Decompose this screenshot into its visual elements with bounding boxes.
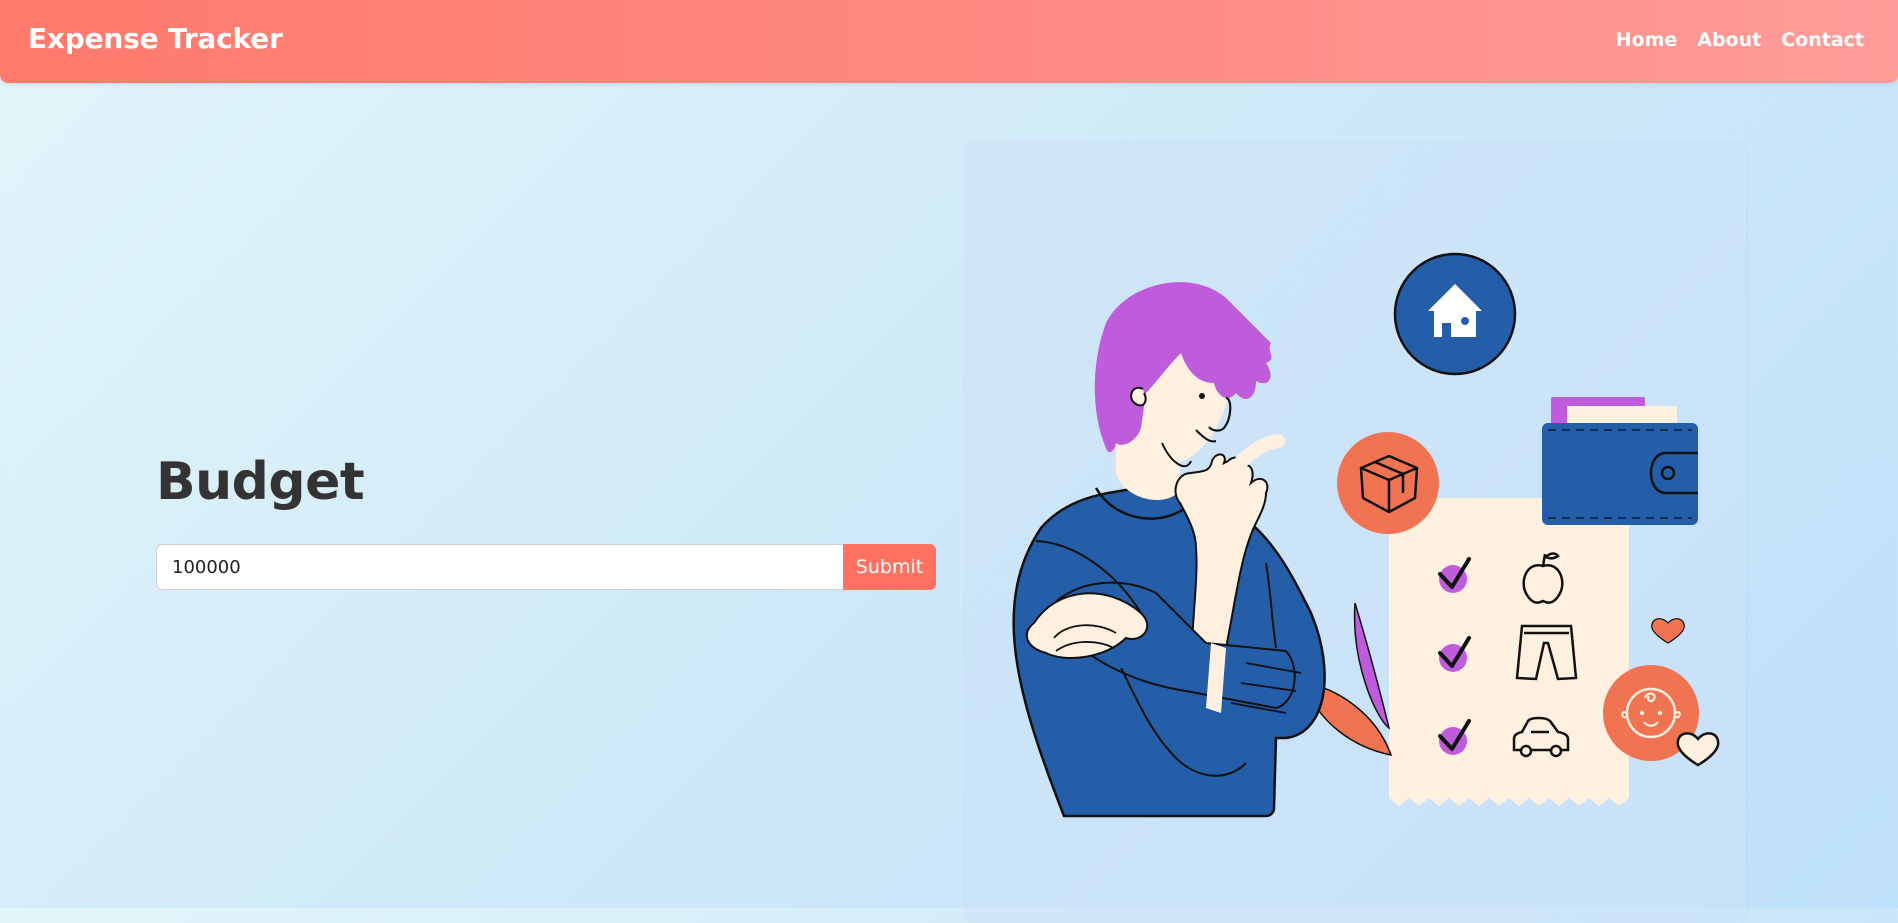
receipt (1389, 498, 1629, 806)
budget-heading: Budget (156, 452, 365, 512)
budget-form: Submit (156, 544, 936, 590)
brand-title[interactable]: Expense Tracker (28, 22, 283, 55)
budget-input[interactable] (156, 544, 843, 590)
person-figure (1012, 282, 1326, 818)
nav-link-home[interactable]: Home (1616, 29, 1678, 51)
illustration-card (966, 143, 1746, 923)
submit-button[interactable]: Submit (843, 544, 936, 590)
navbar: Expense Tracker Home About Contact (0, 0, 1898, 83)
box-icon (1337, 432, 1439, 534)
wallet-icon (1542, 397, 1698, 525)
nav-link-about[interactable]: About (1697, 29, 1761, 51)
nav-links: Home About Contact (1616, 29, 1864, 51)
house-icon (1393, 252, 1517, 376)
nav-link-contact[interactable]: Contact (1781, 29, 1864, 51)
budget-illustration (1012, 252, 1720, 818)
